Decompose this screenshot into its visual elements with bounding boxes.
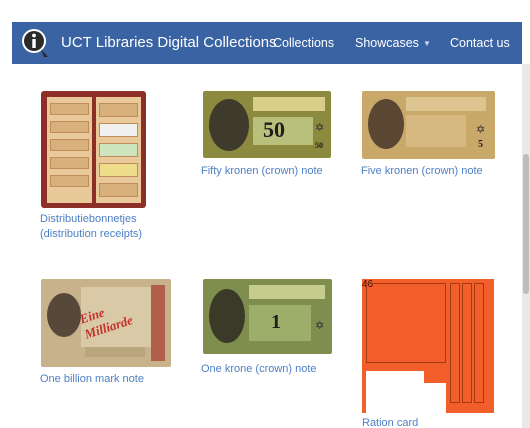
info-pin-icon[interactable] bbox=[19, 27, 51, 59]
note-value: 5 bbox=[478, 139, 483, 150]
note-value: 1 bbox=[271, 311, 281, 333]
collection-item-one-krone[interactable]: 1 ✡ One krone (crown) note bbox=[192, 274, 352, 384]
item-caption[interactable]: One billion mark note bbox=[40, 372, 144, 387]
collection-item-one-billion-mark[interactable]: Eine Milliarde One billion mark note bbox=[12, 274, 182, 387]
star-icon: ✡ bbox=[476, 124, 486, 136]
collection-item-distributiebonnetjes[interactable]: Distributiebonnetjes (distribution recei… bbox=[12, 64, 182, 244]
collection-item-ration-card[interactable]: 46 Ration card bbox=[352, 274, 522, 428]
chevron-down-icon: ▼ bbox=[422, 39, 431, 49]
site-brand-link[interactable]: UCT Libraries Digital Collections bbox=[61, 34, 277, 51]
nav-contact-link[interactable]: Contact us bbox=[450, 36, 510, 50]
top-navbar: UCT Libraries Digital Collections Collec… bbox=[12, 22, 522, 64]
item-thumbnail[interactable]: 50 ✡ 50 bbox=[203, 91, 331, 158]
item-caption-line: Distributiebonnetjes bbox=[40, 213, 137, 225]
collection-item-fifty-kronen[interactable]: 50 ✡ 50 Fifty kronen (crown) note bbox=[192, 64, 352, 194]
item-thumbnail[interactable] bbox=[41, 91, 146, 208]
collection-grid: Distributiebonnetjes (distribution recei… bbox=[12, 64, 522, 428]
page-scrollbar[interactable] bbox=[522, 64, 530, 428]
star-icon: ✡ bbox=[315, 122, 325, 134]
collection-item-five-kronen[interactable]: ✡ 5 Five kronen (crown) note bbox=[352, 64, 522, 194]
item-caption[interactable]: Ration card bbox=[362, 416, 418, 428]
star-icon: ✡ bbox=[315, 320, 325, 332]
nav-showcases-dropdown[interactable]: Showcases ▼ bbox=[355, 36, 431, 50]
window-top-margin bbox=[0, 0, 530, 22]
nav-showcases-label: Showcases bbox=[355, 36, 419, 50]
item-thumbnail[interactable]: 1 ✡ bbox=[203, 279, 332, 354]
nav-collections-link[interactable]: Collections bbox=[273, 36, 334, 50]
item-thumbnail[interactable]: 46 bbox=[362, 279, 494, 413]
note-value: 50 bbox=[263, 117, 285, 142]
item-caption[interactable]: Fifty kronen (crown) note bbox=[201, 164, 323, 179]
scrollbar-thumb[interactable] bbox=[523, 154, 529, 294]
item-caption[interactable]: One krone (crown) note bbox=[201, 362, 317, 377]
item-caption[interactable]: Five kronen (crown) note bbox=[361, 164, 483, 179]
item-caption-line: (distribution receipts) bbox=[40, 228, 143, 240]
item-caption[interactable]: Distributiebonnetjes (distribution recei… bbox=[40, 212, 142, 242]
item-thumbnail[interactable]: ✡ 5 bbox=[362, 91, 495, 159]
item-thumbnail[interactable]: Eine Milliarde bbox=[41, 279, 171, 367]
